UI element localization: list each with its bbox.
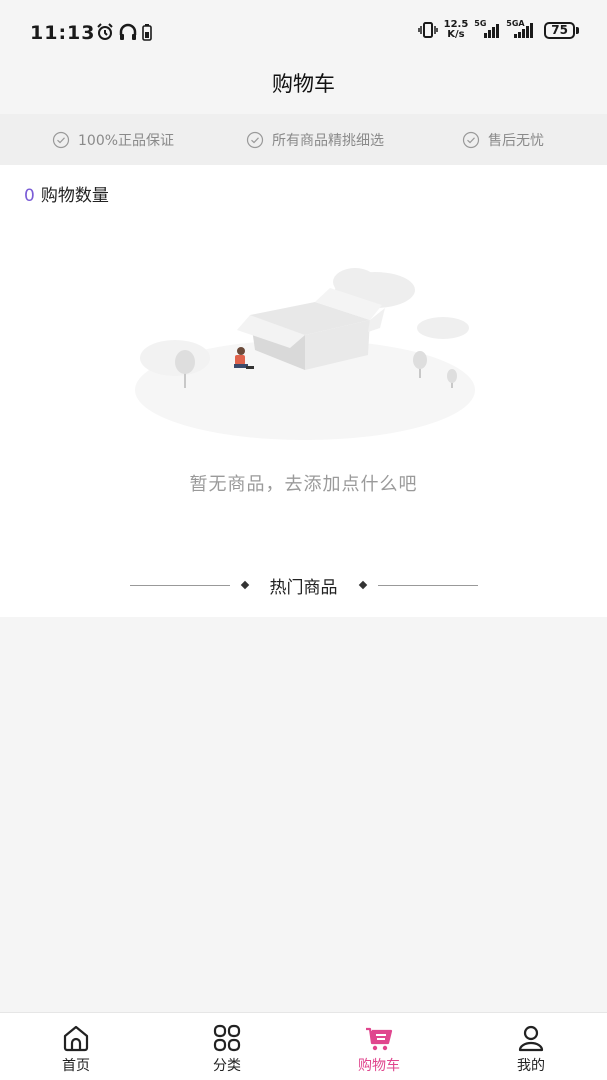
device-battery-icon	[142, 24, 152, 41]
cart-icon	[366, 1027, 393, 1051]
status-time: 11:13	[30, 22, 96, 44]
nav-label: 我的	[517, 1058, 545, 1074]
diamond-icon	[240, 580, 249, 590]
nav-label: 分类	[213, 1058, 241, 1074]
page-title: 购物车	[272, 72, 335, 96]
nav-item-home[interactable]: 首页	[26, 1013, 126, 1080]
guarantee-authentic: 100%正品保证	[52, 130, 174, 150]
divider-line	[377, 584, 478, 586]
guarantee-bar: 100%正品保证 所有商品精挑细选 售后无忧	[0, 114, 607, 165]
headphones-icon	[119, 23, 137, 40]
status-right: 12.5 K/s 5G 5GA 75	[417, 19, 579, 40]
hot-products-title: 热门商品	[269, 577, 338, 598]
home-icon	[63, 1025, 89, 1052]
alarm-icon	[97, 23, 113, 40]
status-left-icons	[96, 23, 152, 41]
nav-item-category[interactable]: 分类	[177, 1013, 277, 1080]
nav-label: 购物车	[358, 1058, 400, 1074]
divider-line	[129, 584, 230, 586]
signal-icon-2: 5GA	[506, 19, 538, 38]
empty-message: 暂无商品，去添加点什么吧	[189, 474, 418, 495]
check-circle-icon	[52, 131, 70, 148]
sim1-label: 5G	[474, 19, 487, 28]
title-bar: 购物车	[0, 66, 607, 114]
network-speed: 12.5 K/s	[444, 20, 469, 40]
battery-icon: 75	[544, 21, 579, 39]
sim2-label: 5GA	[506, 19, 525, 28]
user-icon	[518, 1025, 544, 1052]
bottom-nav: 首页 分类 购物车 我的	[0, 1012, 607, 1080]
nav-item-cart[interactable]: 购物车	[329, 1013, 429, 1080]
battery-level: 75	[544, 21, 575, 39]
guarantee-label: 售后无忧	[488, 132, 544, 149]
signal-icon: 5G	[474, 19, 500, 38]
status-bar: 11:13 12.5 K/s 5G 5GA 75	[0, 0, 607, 66]
speed-unit: K/s	[447, 29, 465, 40]
guarantee-label: 100%正品保证	[78, 132, 175, 149]
nav-label: 首页	[62, 1058, 90, 1074]
empty-cart-illustration	[135, 268, 475, 440]
vibrate-icon	[417, 22, 438, 38]
cart-panel: 0 购物数量 暂无商品，去添加点什么吧 热门商品	[0, 165, 607, 617]
check-circle-icon	[462, 131, 480, 148]
check-circle-icon	[246, 131, 264, 148]
guarantee-label: 所有商品精挑细选	[272, 132, 384, 149]
cart-count: 0 购物数量	[24, 181, 109, 206]
diamond-icon	[358, 580, 367, 590]
nav-item-profile[interactable]: 我的	[481, 1013, 581, 1080]
cart-count-label: 购物数量	[40, 186, 109, 206]
hot-products-divider: 热门商品	[110, 575, 497, 598]
guarantee-aftersale: 售后无忧	[462, 130, 544, 150]
cart-count-number: 0	[24, 186, 35, 206]
grid-icon	[213, 1024, 241, 1052]
guarantee-selected: 所有商品精挑细选	[246, 130, 384, 150]
